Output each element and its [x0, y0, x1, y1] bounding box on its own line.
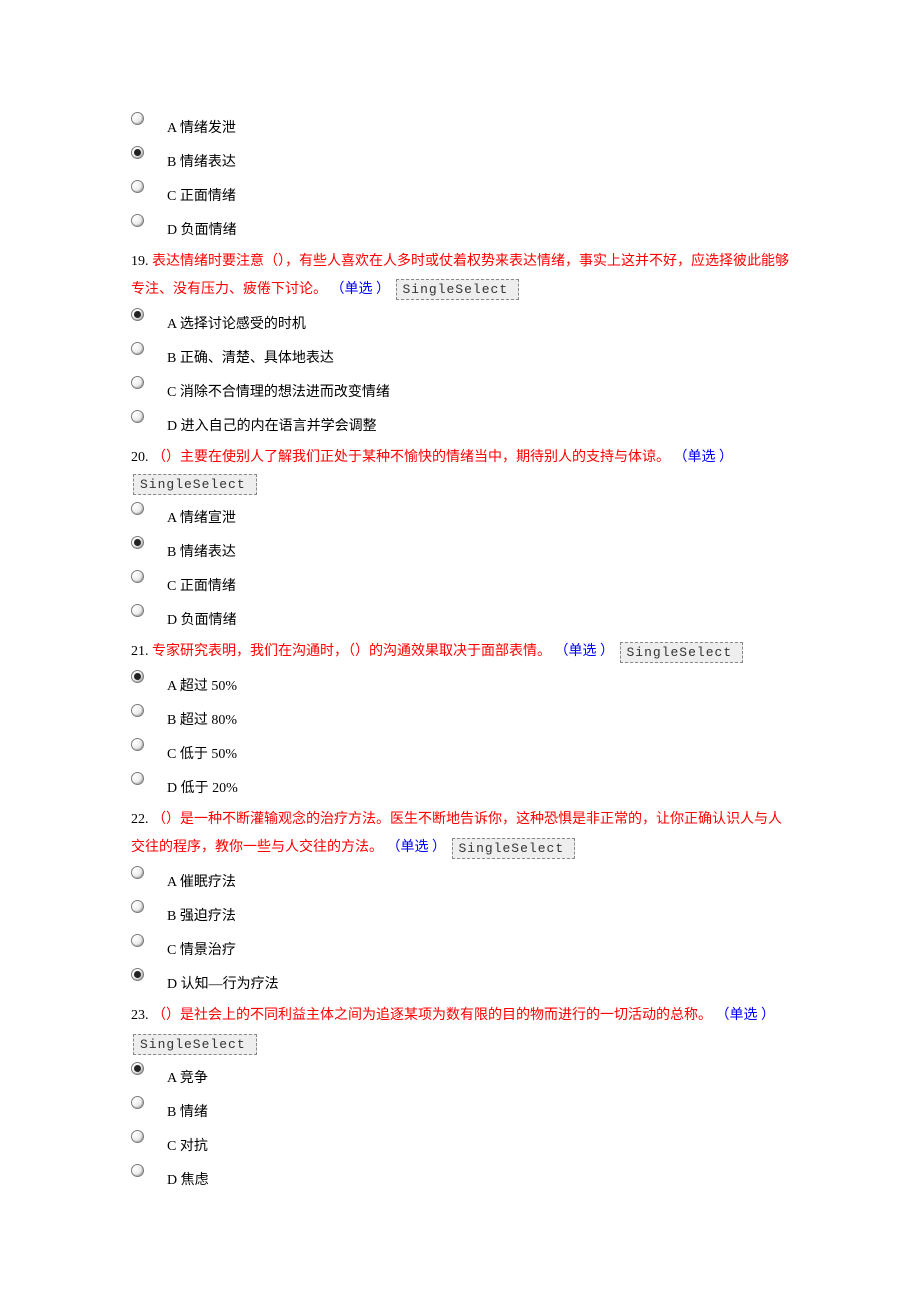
radio-icon[interactable] [131, 866, 144, 879]
radio-icon[interactable] [131, 670, 144, 683]
q23-option-c[interactable]: C 对抗 [131, 1128, 791, 1162]
single-select-box[interactable]: SingleSelect [452, 838, 576, 859]
q21-option-b[interactable]: B 超过 80% [131, 702, 791, 736]
q22-option-a[interactable]: A 催眠疗法 [131, 864, 791, 898]
radio-icon[interactable] [131, 1164, 144, 1177]
question-text: （）主要在使别人了解我们正处于某种不愉快的情绪当中，期待别人的支持与体谅。 [152, 450, 670, 465]
radio-icon[interactable] [131, 968, 144, 981]
q20-option-b[interactable]: B 情绪表达 [131, 534, 791, 568]
question-type-label: （单选 ） [387, 840, 447, 855]
q21-option-a[interactable]: A 超过 50% [131, 668, 791, 702]
q20-option-d[interactable]: D 负面情绪 [131, 602, 791, 636]
option-label: C 正面情绪 [167, 178, 236, 208]
q19-option-b[interactable]: B 正确、清楚、具体地表达 [131, 340, 791, 374]
option-label: D 认知—行为疗法 [167, 966, 279, 996]
q23-stem: 23. （）是社会上的不同利益主体之间为追逐某项为数有限的目的物而进行的一切活动… [131, 1002, 791, 1058]
radio-icon[interactable] [131, 502, 144, 515]
option-label: C 对抗 [167, 1128, 208, 1158]
q18-option-c[interactable]: C 正面情绪 [131, 178, 791, 212]
question-type-label: （单选 ） [331, 282, 391, 297]
option-label: C 正面情绪 [167, 568, 236, 598]
option-label: A 竞争 [167, 1060, 208, 1090]
radio-icon[interactable] [131, 410, 144, 423]
q22-stem: 22. （）是一种不断灌输观念的治疗方法。医生不断地告诉你，这种恐惧是非正常的，… [131, 806, 791, 862]
q23-option-a[interactable]: A 竞争 [131, 1060, 791, 1094]
q21-option-c[interactable]: C 低于 50% [131, 736, 791, 770]
quiz-content: A 情绪发泄 B 情绪表达 C 正面情绪 D 负面情绪 19. 表达情绪时要注意… [131, 110, 791, 1196]
question-number: 22. [131, 812, 149, 827]
q20-stem: 20. （）主要在使别人了解我们正处于某种不愉快的情绪当中，期待别人的支持与体谅… [131, 444, 791, 472]
option-label: A 选择讨论感受的时机 [167, 306, 306, 336]
option-label: B 情绪 [167, 1094, 208, 1124]
radio-icon[interactable] [131, 536, 144, 549]
q21-stem: 21. 专家研究表明，我们在沟通时，（）的沟通效果取决于面部表情。 （单选 ） … [131, 638, 791, 666]
q22-option-b[interactable]: B 强迫疗法 [131, 898, 791, 932]
q18-option-d[interactable]: D 负面情绪 [131, 212, 791, 246]
single-select-box[interactable]: SingleSelect [620, 642, 744, 663]
q22-option-c[interactable]: C 情景治疗 [131, 932, 791, 966]
radio-icon[interactable] [131, 738, 144, 751]
option-label: B 正确、清楚、具体地表达 [167, 340, 334, 370]
question-number: 23. [131, 1008, 149, 1023]
q19-option-c[interactable]: C 消除不合情理的想法进而改变情绪 [131, 374, 791, 408]
radio-icon[interactable] [131, 376, 144, 389]
option-label: A 催眠疗法 [167, 864, 236, 894]
radio-icon[interactable] [131, 180, 144, 193]
question-number: 20. [131, 450, 149, 465]
single-select-box[interactable]: SingleSelect [396, 279, 520, 300]
radio-icon[interactable] [131, 934, 144, 947]
option-label: C 情景治疗 [167, 932, 236, 962]
radio-icon[interactable] [131, 1096, 144, 1109]
option-label: B 强迫疗法 [167, 898, 236, 928]
q19-option-a[interactable]: A 选择讨论感受的时机 [131, 306, 791, 340]
q20-select-row: SingleSelect [131, 474, 791, 496]
radio-icon[interactable] [131, 146, 144, 159]
radio-icon[interactable] [131, 342, 144, 355]
radio-icon[interactable] [131, 570, 144, 583]
q23-option-d[interactable]: D 焦虑 [131, 1162, 791, 1196]
radio-icon[interactable] [131, 900, 144, 913]
option-label: B 情绪表达 [167, 144, 236, 174]
question-type-label: （单选 ） [716, 1008, 776, 1023]
question-number: 19. [131, 254, 149, 269]
option-label: A 情绪发泄 [167, 110, 236, 140]
option-label: C 低于 50% [167, 736, 237, 766]
q18-option-b[interactable]: B 情绪表达 [131, 144, 791, 178]
option-label: D 进入自己的内在语言并学会调整 [167, 408, 377, 438]
option-label: B 超过 80% [167, 702, 237, 732]
radio-icon[interactable] [131, 604, 144, 617]
question-number: 21. [131, 644, 149, 659]
radio-icon[interactable] [131, 214, 144, 227]
q23-option-b[interactable]: B 情绪 [131, 1094, 791, 1128]
option-label: D 焦虑 [167, 1162, 209, 1192]
radio-icon[interactable] [131, 112, 144, 125]
option-label: B 情绪表达 [167, 534, 236, 564]
option-label: C 消除不合情理的想法进而改变情绪 [167, 374, 390, 404]
radio-icon[interactable] [131, 1130, 144, 1143]
q20-option-c[interactable]: C 正面情绪 [131, 568, 791, 602]
option-label: D 负面情绪 [167, 212, 237, 242]
question-text: 专家研究表明，我们在沟通时，（）的沟通效果取决于面部表情。 [152, 644, 551, 659]
option-label: A 情绪宣泄 [167, 500, 236, 530]
q22-option-d[interactable]: D 认知—行为疗法 [131, 966, 791, 1000]
q18-option-a[interactable]: A 情绪发泄 [131, 110, 791, 144]
question-text: （）是社会上的不同利益主体之间为追逐某项为数有限的目的物而进行的一切活动的总称。 [152, 1008, 712, 1023]
radio-icon[interactable] [131, 1062, 144, 1075]
radio-icon[interactable] [131, 704, 144, 717]
option-label: D 负面情绪 [167, 602, 237, 632]
option-label: D 低于 20% [167, 770, 238, 800]
single-select-box[interactable]: SingleSelect [133, 1034, 257, 1055]
q21-option-d[interactable]: D 低于 20% [131, 770, 791, 804]
q19-stem: 19. 表达情绪时要注意（），有些人喜欢在人多时或仗着权势来表达情绪，事实上这并… [131, 248, 791, 304]
radio-icon[interactable] [131, 308, 144, 321]
q19-option-d[interactable]: D 进入自己的内在语言并学会调整 [131, 408, 791, 442]
radio-icon[interactable] [131, 772, 144, 785]
q20-option-a[interactable]: A 情绪宣泄 [131, 500, 791, 534]
question-type-label: （单选 ） [555, 644, 615, 659]
single-select-box[interactable]: SingleSelect [133, 474, 257, 495]
question-type-label: （单选 ） [674, 450, 734, 465]
option-label: A 超过 50% [167, 668, 237, 698]
